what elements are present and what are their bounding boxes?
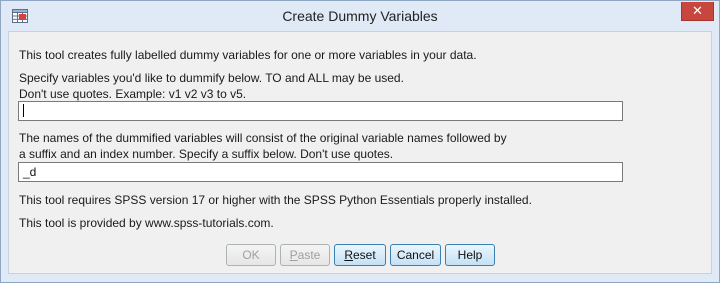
requires-text: This tool requires SPSS version 17 or hi… — [19, 193, 532, 207]
paste-accel: P — [289, 248, 298, 262]
provided-text: This tool is provided by www.spss-tutori… — [19, 216, 274, 230]
suffix-input-value: _d — [23, 165, 37, 179]
close-button[interactable]: ✕ — [681, 2, 714, 21]
paste-label: aste — [297, 248, 321, 262]
suffix-input[interactable]: _d — [18, 162, 623, 182]
names-text-line2: a suffix and an index number. Specify a … — [19, 147, 394, 161]
dialog-window: Create Dummy Variables ✕ This tool creat… — [0, 0, 720, 283]
title-bar[interactable]: Create Dummy Variables ✕ — [1, 1, 719, 31]
reset-accel: R — [344, 248, 353, 262]
paste-button[interactable]: Paste — [280, 244, 330, 266]
variables-input[interactable] — [18, 101, 623, 121]
reset-button[interactable]: Reset — [334, 244, 386, 266]
reset-label: eset — [352, 248, 376, 262]
names-text-line1: The names of the dummified variables wil… — [19, 131, 507, 145]
dialog-body: This tool creates fully labelled dummy v… — [8, 31, 712, 274]
intro-text: This tool creates fully labelled dummy v… — [19, 48, 477, 62]
cancel-button[interactable]: Cancel — [390, 244, 441, 266]
help-button[interactable]: Help — [445, 244, 495, 266]
text-caret — [23, 104, 24, 117]
ok-button[interactable]: OK — [226, 244, 276, 266]
specify-text-line2: Don't use quotes. Example: v1 v2 v3 to v… — [19, 87, 247, 101]
specify-text-line1: Specify variables you'd like to dummify … — [19, 71, 404, 85]
close-icon: ✕ — [692, 3, 703, 18]
dialog-title: Create Dummy Variables — [282, 8, 438, 24]
